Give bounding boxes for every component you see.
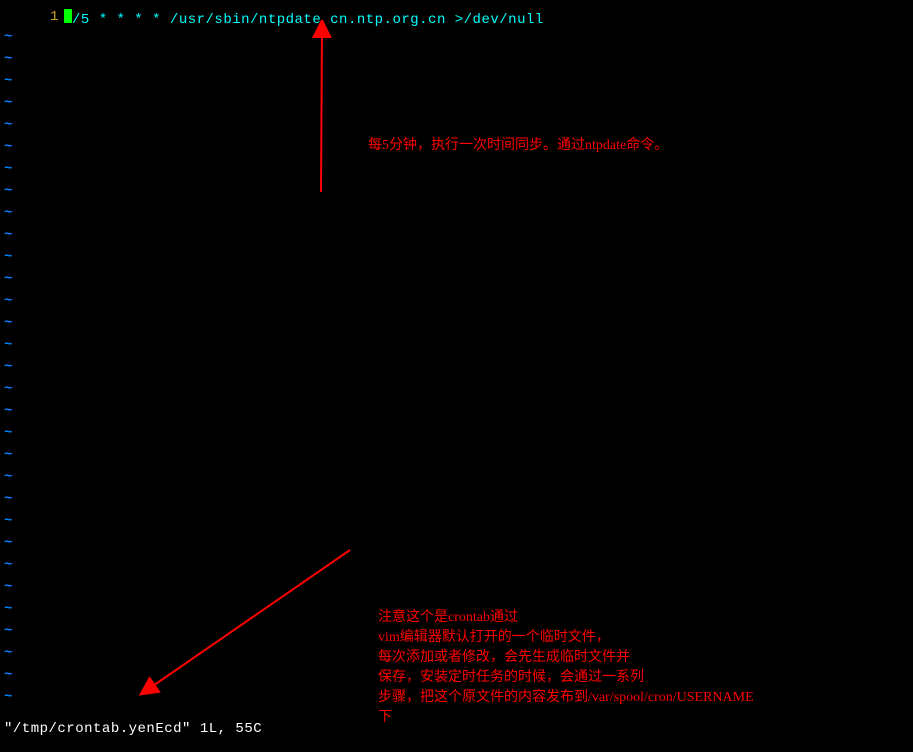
vim-editor[interactable]: 1 /5 * * * * /usr/sbin/ntpdate cn.ntp.or… — [0, 0, 913, 752]
empty-line-tilde: ~ — [4, 356, 12, 378]
annotation-text-1: 每5分钟，执行一次时间同步。通过ntpdate命令。 — [368, 136, 668, 156]
code-text: /5 * * * * /usr/sbin/ntpdate cn.ntp.org.… — [72, 12, 544, 28]
empty-line-tilde: ~ — [4, 26, 12, 48]
empty-line-tilde: ~ — [4, 422, 12, 444]
empty-line-tilde: ~ — [4, 444, 12, 466]
empty-line-tilde: ~ — [4, 378, 12, 400]
empty-line-tilde: ~ — [4, 180, 12, 202]
empty-line-tilde: ~ — [4, 290, 12, 312]
empty-line-tilde: ~ — [4, 136, 12, 158]
empty-line-tilde: ~ — [4, 114, 12, 136]
empty-line-tilde: ~ — [4, 400, 12, 422]
empty-line-tilde: ~ — [4, 202, 12, 224]
empty-line-tilde: ~ — [4, 532, 12, 554]
empty-line-tilde: ~ — [4, 510, 12, 532]
empty-line-tilde: ~ — [4, 598, 12, 620]
empty-line-tilde: ~ — [4, 224, 12, 246]
tilde-column: ~~~~~~~~~~~~~~~~~~~~~~~~~~~~~~~ — [4, 26, 12, 708]
cursor — [64, 9, 72, 23]
empty-line-tilde: ~ — [4, 334, 12, 356]
empty-line-tilde: ~ — [4, 620, 12, 642]
empty-line-tilde: ~ — [4, 48, 12, 70]
empty-line-tilde: ~ — [4, 70, 12, 92]
vim-status-line: "/tmp/crontab.yenEcd" 1L, 55C — [4, 721, 262, 737]
annotation-text-2: 注意这个是crontab通过 vim编辑器默认打开的一个临时文件， 每次添加或者… — [378, 608, 754, 728]
empty-line-tilde: ~ — [4, 268, 12, 290]
empty-line-tilde: ~ — [4, 686, 12, 708]
annotation-arrow-2 — [135, 545, 355, 705]
empty-line-tilde: ~ — [4, 488, 12, 510]
annotation-arrow-1 — [307, 20, 337, 195]
empty-line-tilde: ~ — [4, 642, 12, 664]
empty-line-tilde: ~ — [4, 664, 12, 686]
line-number: 1 — [50, 9, 58, 25]
empty-line-tilde: ~ — [4, 246, 12, 268]
empty-line-tilde: ~ — [4, 158, 12, 180]
code-line-1[interactable]: /5 * * * * /usr/sbin/ntpdate cn.ntp.org.… — [64, 9, 544, 28]
empty-line-tilde: ~ — [4, 466, 12, 488]
empty-line-tilde: ~ — [4, 554, 12, 576]
empty-line-tilde: ~ — [4, 576, 12, 598]
empty-line-tilde: ~ — [4, 92, 12, 114]
empty-line-tilde: ~ — [4, 312, 12, 334]
